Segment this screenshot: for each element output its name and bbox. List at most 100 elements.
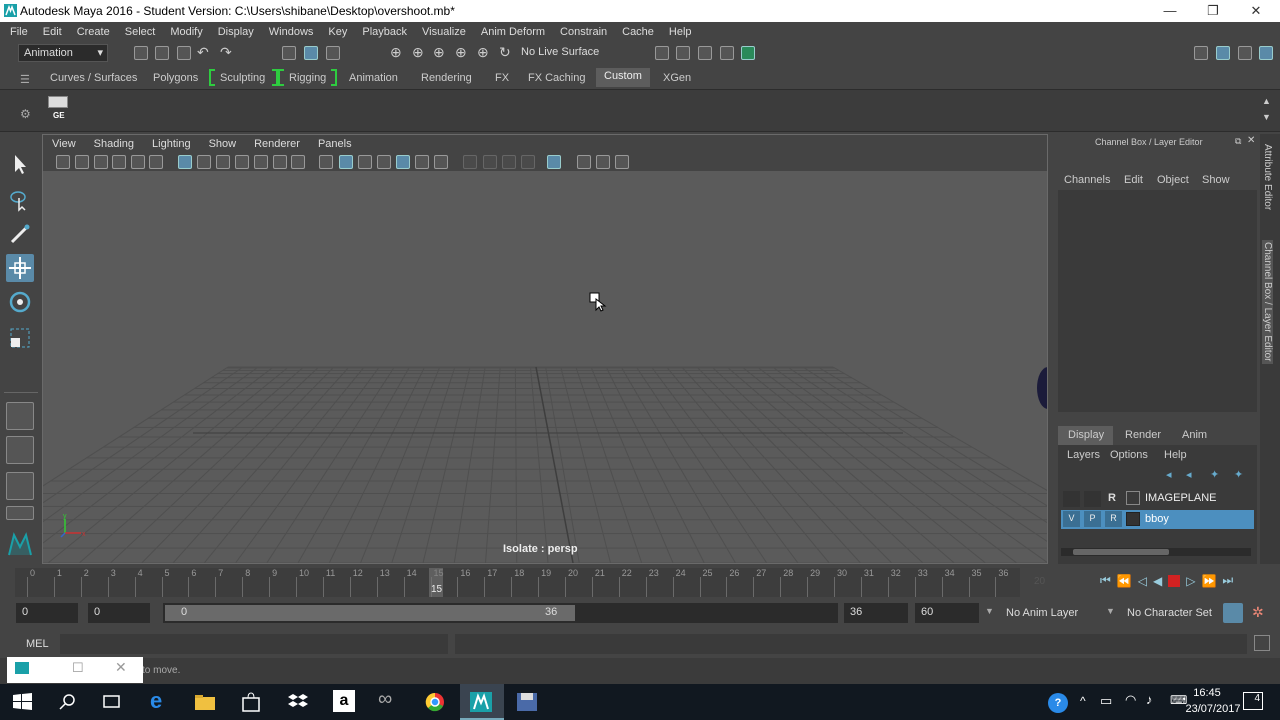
menu-playback[interactable]: Playback — [362, 26, 407, 38]
select-hierarchy-icon[interactable] — [282, 46, 296, 60]
layer-tab-render[interactable]: Render — [1125, 429, 1161, 441]
menu-anim-deform[interactable]: Anim Deform — [481, 26, 545, 38]
menu-select[interactable]: Select — [125, 26, 156, 38]
shelf-tab-fx-caching[interactable]: FX Caching — [528, 72, 585, 84]
xray-joints-icon[interactable] — [596, 155, 610, 169]
scrollbar-thumb[interactable] — [1073, 549, 1169, 555]
help-menu[interactable]: Help — [1164, 449, 1187, 461]
character-set-dropdown[interactable]: No Character Set — [1127, 607, 1212, 619]
task-view-icon[interactable] — [101, 692, 123, 712]
scale-tool-icon[interactable] — [6, 324, 34, 352]
layer-visibility-toggle[interactable] — [1063, 491, 1080, 507]
panel-menu-show[interactable]: Show — [209, 138, 237, 150]
layer-reference-toggle[interactable]: R — [1105, 511, 1122, 527]
film-gate-icon[interactable] — [197, 155, 211, 169]
snap-live-icon[interactable]: ↻ — [499, 44, 511, 61]
textured-icon[interactable] — [396, 155, 410, 169]
help-icon[interactable]: ? — [1048, 693, 1068, 713]
edge-icon[interactable]: e — [150, 688, 172, 713]
save-scene-icon[interactable] — [177, 46, 191, 60]
snap-view-icon[interactable]: ⊕ — [455, 44, 467, 61]
start-icon[interactable] — [12, 692, 34, 712]
wireframe-icon[interactable] — [319, 155, 333, 169]
move-layer-up-icon[interactable]: ◂ — [1166, 468, 1172, 481]
close-button[interactable]: ✕ — [1246, 3, 1266, 19]
menu-display[interactable]: Display — [218, 26, 254, 38]
persp-outliner-layout-icon[interactable] — [6, 472, 34, 500]
layers-menu[interactable]: Layers — [1067, 449, 1100, 461]
layer-color-swatch[interactable] — [1126, 512, 1140, 526]
camera-select-icon[interactable] — [56, 155, 70, 169]
layer-reference-toggle[interactable]: R — [1108, 492, 1116, 504]
step-forward-frame-icon[interactable]: ⏩ — [1201, 574, 1216, 588]
ambient-occlusion-icon[interactable] — [463, 155, 477, 169]
single-view-layout-icon[interactable] — [6, 402, 34, 430]
chevron-down-icon[interactable]: ▼ — [985, 606, 994, 616]
resolution-gate-icon[interactable] — [216, 155, 230, 169]
smooth-shade-icon[interactable] — [339, 155, 353, 169]
gate-mask-icon[interactable] — [235, 155, 249, 169]
safe-title-icon[interactable] — [291, 155, 305, 169]
layout-icon[interactable] — [1216, 46, 1230, 60]
step-back-key-icon[interactable]: ◁ — [1138, 574, 1147, 588]
shelf-menu-icon[interactable]: ☰ — [20, 73, 30, 86]
close-panel-icon[interactable]: ✕ — [1247, 135, 1255, 146]
menu-key[interactable]: Key — [328, 26, 347, 38]
panel-menu-renderer[interactable]: Renderer — [254, 138, 300, 150]
snap-point-icon[interactable]: ⊕ — [433, 44, 445, 61]
outliner-toggle-icon[interactable] — [1238, 46, 1252, 60]
shelf-tab-fx[interactable]: FX — [495, 72, 509, 84]
file-explorer-icon[interactable] — [194, 692, 216, 712]
menu-edit[interactable]: Edit — [43, 26, 62, 38]
menu-modify[interactable]: Modify — [170, 26, 202, 38]
minimize-button[interactable]: — — [1160, 3, 1180, 18]
store-icon[interactable] — [240, 692, 262, 712]
shelf-tab-rendering[interactable]: Rendering — [421, 72, 472, 84]
amazon-icon[interactable]: a — [333, 690, 355, 712]
layer-row[interactable]: R IMAGEPLANE — [1061, 490, 1254, 508]
open-scene-icon[interactable] — [155, 46, 169, 60]
step-back-frame-icon[interactable]: ⏪ — [1117, 574, 1132, 588]
lights-icon[interactable] — [415, 155, 429, 169]
move-layer-down-icon[interactable]: ◂ — [1186, 468, 1192, 481]
object-menu[interactable]: Object — [1157, 174, 1189, 186]
shelf-tab-sculpting[interactable]: Sculpting — [220, 72, 265, 84]
safe-action-icon[interactable] — [273, 155, 287, 169]
layer-visibility-toggle[interactable]: V — [1063, 511, 1080, 527]
xray-icon[interactable] — [577, 155, 591, 169]
go-to-end-icon[interactable]: ⏭ — [1222, 573, 1233, 588]
edit-menu[interactable]: Edit — [1124, 174, 1143, 186]
auto-key-icon[interactable] — [1223, 603, 1243, 623]
undo-icon[interactable]: ↶ — [197, 44, 209, 61]
select-object-icon[interactable] — [304, 46, 318, 60]
play-backwards-icon[interactable]: ◀ — [1153, 574, 1162, 588]
command-language-label[interactable]: MEL — [26, 638, 49, 650]
grid-toggle-icon[interactable] — [178, 155, 192, 169]
antialiasing-icon[interactable] — [502, 155, 516, 169]
layer-row-selected[interactable]: V P R bboy — [1061, 510, 1254, 529]
shelf-tab-curves-surfaces[interactable]: Curves / Surfaces — [50, 72, 137, 84]
rotate-tool-icon[interactable] — [6, 288, 34, 316]
menu-file[interactable]: File — [10, 26, 28, 38]
image-plane-icon[interactable] — [112, 155, 126, 169]
clock-date[interactable]: 23/07/2017 — [1184, 703, 1242, 715]
snap-surface-icon[interactable]: ⊕ — [477, 44, 489, 61]
snap-grid-icon[interactable]: ⊕ — [390, 44, 402, 61]
persp-graph-layout-icon[interactable] — [6, 506, 34, 520]
layer-name[interactable]: IMAGEPLANE — [1145, 492, 1217, 504]
panel-menu-lighting[interactable]: Lighting — [152, 138, 191, 150]
channel-list[interactable] — [1058, 190, 1257, 412]
menu-set-dropdown[interactable]: Animation ▾ — [18, 44, 108, 62]
render-frame-icon[interactable] — [676, 46, 690, 60]
shadows-icon[interactable] — [434, 155, 448, 169]
hypershade-icon[interactable] — [741, 46, 755, 60]
clock-time[interactable]: 16:45 — [1184, 687, 1230, 699]
chevron-down-icon[interactable]: ▼ — [1106, 606, 1115, 616]
menu-windows[interactable]: Windows — [269, 26, 314, 38]
shelf-tab-rigging[interactable]: Rigging — [289, 72, 326, 84]
motion-blur-icon[interactable] — [483, 155, 497, 169]
notifications-icon[interactable]: 4 — [1243, 692, 1263, 710]
gear-icon[interactable]: ⚙ — [20, 107, 31, 121]
shelf-tab-polygons[interactable]: Polygons — [153, 72, 198, 84]
range-bar-handle[interactable]: 0 36 — [165, 605, 575, 621]
